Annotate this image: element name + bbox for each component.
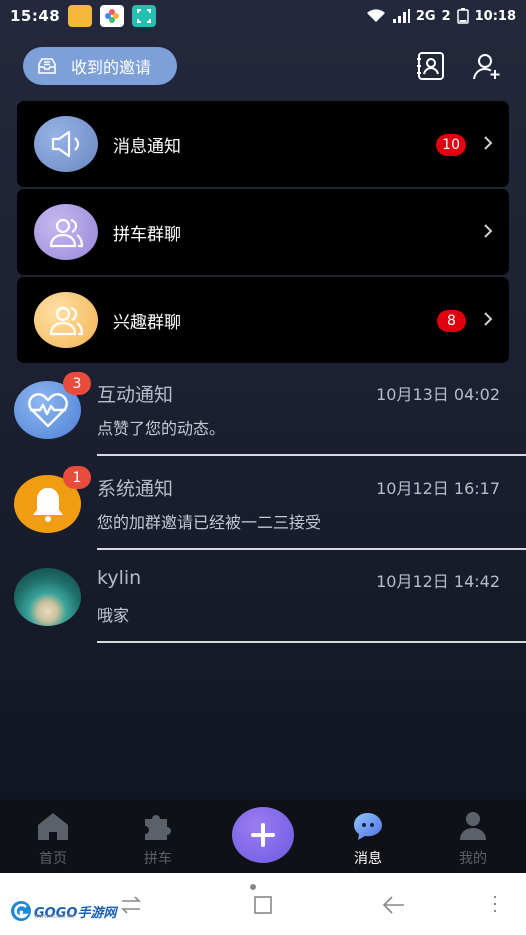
tab-label: 我的 xyxy=(459,851,487,867)
unread-count-badge: 3 xyxy=(63,372,91,395)
status-time: 15:48 xyxy=(10,7,61,25)
heart-pulse-icon xyxy=(27,393,68,428)
status-right: 2G 2 10:18 xyxy=(366,8,516,24)
card-carpool-group[interactable]: 拼车群聊 xyxy=(17,189,509,275)
watermark-logo: GOGO手游网 WWW.GOGO.CN xyxy=(10,900,116,922)
received-invites-label: 收到的邀请 xyxy=(71,58,152,77)
folder-app-icon xyxy=(68,5,93,27)
system-navigation-bar: GOGO手游网 WWW.GOGO.CN xyxy=(0,873,526,935)
conversation-kylin[interactable]: kylin 10月12日 14:42 哦家 xyxy=(0,556,526,649)
conversation-title: 系统通知 xyxy=(97,478,174,500)
row-divider xyxy=(97,641,526,643)
chevron-right-icon xyxy=(484,312,493,326)
tab-messages[interactable]: 消息 xyxy=(328,800,408,873)
unread-badge: 8 xyxy=(437,310,466,332)
person-icon xyxy=(460,812,486,840)
conversation-system[interactable]: 1 系统通知 10月12日 16:17 您的加群邀请已经被一二三接受 xyxy=(0,463,526,556)
conversation-time: 10月12日 14:42 xyxy=(376,572,500,591)
speaker-icon xyxy=(51,130,80,158)
conversation-time: 10月13日 04:02 xyxy=(376,385,500,404)
publish-plus-button[interactable] xyxy=(232,807,294,863)
back-arrow-icon[interactable] xyxy=(383,895,405,915)
conversation-preview: 点赞了您的动态。 xyxy=(97,419,226,438)
unread-badge: 10 xyxy=(436,134,466,156)
inbox-icon xyxy=(38,58,56,74)
tab-label: 消息 xyxy=(354,851,382,867)
card-avatar xyxy=(34,292,98,348)
row-divider xyxy=(97,548,526,550)
conversation-title: kylin xyxy=(97,567,142,589)
status-right-time: 10:18 xyxy=(474,8,516,24)
conversation-interaction[interactable]: 3 互动通知 10月13日 04:02 点赞了您的动态。 xyxy=(0,369,526,462)
contacts-book-icon[interactable] xyxy=(415,50,447,82)
battery-icon xyxy=(456,8,469,24)
group-users-icon xyxy=(49,218,84,248)
status-notification-icons xyxy=(68,5,157,27)
gogo-logo-icon xyxy=(11,901,31,921)
received-invites-button[interactable]: 收到的邀请 xyxy=(23,47,177,85)
card-avatar xyxy=(34,116,98,172)
chevron-right-icon xyxy=(484,136,493,150)
switch-icon[interactable] xyxy=(120,895,142,915)
card-avatar xyxy=(34,204,98,260)
puzzle-icon xyxy=(145,815,171,840)
conversation-title: 互动通知 xyxy=(97,384,174,406)
status-bar: 15:48 2G 2 10:18 xyxy=(0,0,526,32)
row-divider xyxy=(97,454,526,456)
add-user-icon[interactable] xyxy=(471,50,503,82)
card-interest-group[interactable]: 兴趣群聊 8 xyxy=(17,277,509,363)
card-label: 拼车群聊 xyxy=(113,224,181,245)
card-label: 兴趣群聊 xyxy=(113,312,181,333)
plus-icon xyxy=(251,823,275,847)
user-avatar xyxy=(14,568,81,626)
tab-carpool[interactable]: 拼车 xyxy=(118,800,198,873)
conversation-preview: 您的加群邀请已经被一二三接受 xyxy=(97,513,322,532)
wifi-icon xyxy=(366,9,385,22)
tab-label: 首页 xyxy=(39,851,67,867)
card-message-notice[interactable]: 消息通知 10 xyxy=(17,101,509,187)
app-root: 15:48 2G 2 10:18 收到的邀请 消息通知 10 拼车群聊 兴趣群聊… xyxy=(0,0,526,935)
unread-count-badge: 1 xyxy=(63,466,91,489)
tab-mine[interactable]: 我的 xyxy=(433,800,513,873)
menu-dots-icon[interactable] xyxy=(492,895,498,913)
conversation-time: 10月12日 16:17 xyxy=(376,479,500,498)
card-label: 消息通知 xyxy=(113,136,181,157)
bell-icon xyxy=(32,488,63,522)
signal-icon xyxy=(392,9,410,23)
home-square-icon[interactable] xyxy=(249,883,275,915)
tab-label: 拼车 xyxy=(144,851,172,867)
group-users-icon xyxy=(49,306,84,336)
conversation-preview: 哦家 xyxy=(97,606,130,625)
chevron-right-icon xyxy=(484,224,493,238)
flower-app-icon xyxy=(100,5,125,27)
chat-bubble-icon xyxy=(354,813,382,840)
tab-home[interactable]: 首页 xyxy=(13,800,93,873)
network-type: 2G xyxy=(415,8,436,24)
home-icon xyxy=(38,813,68,840)
battery-percent: 2 xyxy=(441,8,451,24)
watermark-sub: WWW.GOGO.CN xyxy=(34,914,75,920)
scan-app-icon xyxy=(132,5,157,27)
